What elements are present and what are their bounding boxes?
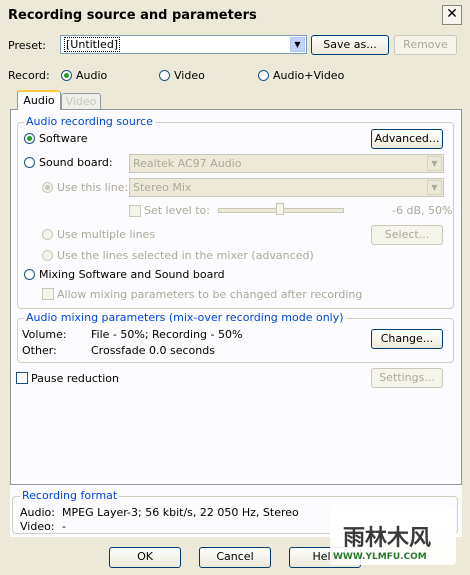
chevron-down-icon[interactable]: ▼ <box>427 156 442 171</box>
audio-source-title: Audio recording source <box>24 115 155 128</box>
chevron-down-icon[interactable]: ▼ <box>427 180 442 195</box>
sound-board-radio[interactable] <box>24 157 35 168</box>
watermark-text: 雨林木风 <box>343 525 432 551</box>
record-audio-label[interactable]: Audio <box>76 69 107 82</box>
preset-combo[interactable]: [Untitled] ▼ <box>60 35 307 54</box>
settings-button[interactable]: Settings... <box>371 368 443 388</box>
sound-board-label[interactable]: Sound board: <box>39 156 113 169</box>
level-value: -6 dB, 50% <box>392 204 453 217</box>
format-video-value: - <box>62 520 66 533</box>
sound-board-combo[interactable]: Realtek AC97 Audio ▼ <box>129 154 444 173</box>
chevron-down-icon[interactable]: ▼ <box>290 37 305 52</box>
software-label[interactable]: Software <box>39 132 88 145</box>
select-button[interactable]: Select... <box>371 225 443 245</box>
mixing-radio[interactable] <box>24 269 35 280</box>
line-combo[interactable]: Stereo Mix ▼ <box>129 178 444 197</box>
format-audio-value: MPEG Layer-3; 56 kbit/s, 22 050 Hz, Ster… <box>62 506 299 519</box>
pause-reduction-label[interactable]: Pause reduction <box>31 372 119 385</box>
record-audio-video-radio[interactable] <box>258 70 269 81</box>
record-video-label[interactable]: Video <box>174 69 205 82</box>
tab-video[interactable]: Video <box>61 93 101 109</box>
ok-button[interactable]: OK <box>109 547 181 568</box>
sound-board-value: Realtek AC97 Audio <box>133 157 242 170</box>
use-this-line-radio[interactable] <box>42 182 53 193</box>
preset-value: [Untitled] <box>64 37 121 52</box>
software-radio[interactable] <box>24 133 35 144</box>
use-lines-mixer-radio[interactable] <box>42 250 53 261</box>
use-multiple-lines-radio[interactable] <box>42 229 53 240</box>
line-value: Stereo Mix <box>133 181 192 194</box>
mixing-params-title: Audio mixing parameters (mix-over record… <box>24 311 346 324</box>
set-level-checkbox[interactable] <box>129 205 141 217</box>
other-label: Other: <box>22 344 57 357</box>
level-slider-thumb[interactable] <box>276 203 284 215</box>
pause-reduction-checkbox[interactable] <box>16 372 28 384</box>
format-video-label: Video: <box>20 520 55 533</box>
use-this-line-label[interactable]: Use this line: <box>57 181 128 194</box>
format-audio-label: Audio: <box>20 506 55 519</box>
volume-value: File - 50%; Recording - 50% <box>91 328 243 341</box>
use-lines-mixer-label[interactable]: Use the lines selected in the mixer (adv… <box>57 249 314 262</box>
volume-label: Volume: <box>22 328 67 341</box>
window-title: Recording source and parameters <box>8 8 257 23</box>
preset-label: Preset: <box>8 39 47 52</box>
remove-button[interactable]: Remove <box>394 35 457 55</box>
cancel-button[interactable]: Cancel <box>199 547 271 568</box>
save-as-button[interactable]: Save as... <box>311 35 389 55</box>
close-button[interactable]: ✕ <box>442 5 462 25</box>
allow-mixing-label[interactable]: Allow mixing parameters to be changed af… <box>57 288 362 301</box>
record-audio-video-label[interactable]: Audio+Video <box>273 69 344 82</box>
record-audio-radio[interactable] <box>61 70 72 81</box>
use-multiple-lines-label[interactable]: Use multiple lines <box>57 228 155 241</box>
change-button[interactable]: Change... <box>371 329 443 349</box>
mixing-label[interactable]: Mixing Software and Sound board <box>39 268 225 281</box>
advanced-button[interactable]: Advanced... <box>371 129 443 149</box>
watermark-url: WWW.YLMFU.COM <box>333 552 427 562</box>
other-value: Crossfade 0.0 seconds <box>91 344 215 357</box>
format-title: Recording format <box>20 489 120 502</box>
allow-mixing-checkbox[interactable] <box>42 288 54 300</box>
tab-audio[interactable]: Audio <box>17 90 61 110</box>
record-label: Record: <box>8 69 50 82</box>
record-video-radio[interactable] <box>159 70 170 81</box>
set-level-label[interactable]: Set level to: <box>144 204 210 217</box>
